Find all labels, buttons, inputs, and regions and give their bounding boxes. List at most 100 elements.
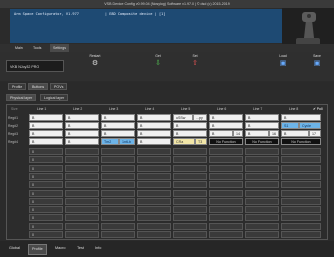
empty-cell[interactable] (209, 164, 243, 172)
empty-cell[interactable] (173, 148, 207, 155)
tab-profile[interactable]: Profile (8, 83, 27, 90)
empty-cell[interactable] (65, 181, 99, 189)
cell[interactable]: B (137, 138, 171, 145)
poll-checkbox[interactable]: ✔ Poll (313, 105, 322, 113)
cell[interactable]: B (65, 114, 99, 121)
cell[interactable]: B (101, 130, 135, 137)
empty-cell[interactable] (137, 197, 171, 205)
empty-cell[interactable]: 0 (29, 222, 63, 230)
empty-cell[interactable] (281, 164, 321, 172)
empty-cell[interactable] (209, 214, 243, 222)
empty-cell[interactable] (173, 214, 207, 222)
cell[interactable]: B (101, 114, 135, 121)
empty-cell[interactable] (281, 148, 321, 155)
empty-cell[interactable] (137, 214, 171, 222)
cell[interactable]: B (209, 122, 243, 129)
empty-cell[interactable] (173, 206, 207, 214)
device-select[interactable]: VKB NJoy32 PRO (6, 60, 64, 72)
cell-extra[interactable]: 14 (233, 130, 243, 137)
cell[interactable]: No Function (245, 138, 279, 145)
cell[interactable]: B (65, 122, 99, 129)
empty-cell[interactable] (65, 156, 99, 164)
cell[interactable]: No Function (209, 138, 243, 145)
cell[interactable]: B (281, 114, 321, 121)
empty-cell[interactable] (245, 148, 279, 155)
empty-cell[interactable] (281, 181, 321, 189)
empty-cell[interactable] (173, 164, 207, 172)
empty-cell[interactable] (101, 156, 135, 164)
empty-cell[interactable] (137, 164, 171, 172)
empty-cell[interactable] (281, 156, 321, 164)
cell[interactable]: No Function (281, 138, 321, 145)
empty-cell[interactable] (245, 172, 279, 180)
empty-cell[interactable] (281, 222, 321, 230)
empty-cell[interactable] (101, 148, 135, 155)
tab-physical-layer[interactable]: Physical layer (6, 94, 37, 101)
cell-selected[interactable]: S1 (281, 122, 299, 129)
empty-cell[interactable] (281, 214, 321, 222)
empty-cell[interactable]: 0 (29, 164, 63, 172)
empty-cell[interactable] (101, 172, 135, 180)
cell[interactable]: B (209, 130, 233, 137)
empty-cell[interactable] (209, 231, 243, 238)
tab-info[interactable]: Info (92, 244, 104, 253)
cell[interactable]: B (173, 130, 207, 137)
empty-cell[interactable] (101, 181, 135, 189)
empty-cell[interactable] (137, 181, 171, 189)
empty-cell[interactable] (101, 222, 135, 230)
empty-cell[interactable] (245, 197, 279, 205)
empty-cell[interactable] (209, 206, 243, 214)
cell[interactable]: Tm2 (101, 138, 119, 145)
cell-extra[interactable]: Cycle (299, 122, 321, 129)
empty-cell[interactable] (245, 164, 279, 172)
tab-macro[interactable]: Macro (52, 244, 69, 253)
empty-cell[interactable] (137, 222, 171, 230)
empty-cell[interactable] (137, 172, 171, 180)
cell[interactable]: B (245, 122, 279, 129)
empty-cell[interactable] (245, 189, 279, 197)
empty-cell[interactable] (209, 172, 243, 180)
tab-povs[interactable]: POVs (50, 83, 68, 90)
empty-cell[interactable] (281, 189, 321, 197)
empty-cell[interactable] (173, 156, 207, 164)
empty-cell[interactable]: 0 (29, 231, 63, 238)
tab-test[interactable]: Test (74, 244, 87, 253)
save-button[interactable]: Save ▣ (302, 54, 332, 78)
empty-cell[interactable] (209, 197, 243, 205)
restart-button[interactable]: Restart ⚙ (80, 54, 110, 78)
empty-cell[interactable] (209, 181, 243, 189)
empty-cell[interactable] (173, 189, 207, 197)
empty-cell[interactable] (101, 214, 135, 222)
empty-cell[interactable]: 0 (29, 172, 63, 180)
empty-cell[interactable] (101, 189, 135, 197)
empty-cell[interactable] (209, 156, 243, 164)
load-button[interactable]: Load ▣ (268, 54, 298, 78)
cell[interactable]: B (29, 130, 63, 137)
empty-cell[interactable]: 0 (29, 214, 63, 222)
cell[interactable]: B (281, 130, 309, 137)
empty-cell[interactable] (245, 206, 279, 214)
tab-buttons[interactable]: Buttons (28, 83, 49, 90)
empty-cell[interactable] (137, 148, 171, 155)
empty-cell[interactable] (245, 231, 279, 238)
empty-cell[interactable] (65, 172, 99, 180)
empty-cell[interactable] (173, 181, 207, 189)
empty-cell[interactable] (281, 172, 321, 180)
cell[interactable]: B (65, 138, 99, 145)
cell[interactable]: B (29, 114, 63, 121)
tab-logical-layer[interactable]: Logical layer (40, 94, 69, 101)
cell-extra[interactable]: 17 (309, 130, 321, 137)
empty-cell[interactable] (173, 231, 207, 238)
cell[interactable]: B (209, 114, 243, 121)
cell[interactable]: B (29, 138, 63, 145)
cell[interactable]: B (29, 122, 63, 129)
tab-profile-bottom[interactable]: Profile (28, 244, 47, 255)
cell[interactable]: B (173, 122, 207, 129)
get-button[interactable]: Get ⇩ (143, 54, 173, 78)
cell[interactable]: B (245, 130, 269, 137)
empty-cell[interactable] (65, 214, 99, 222)
empty-cell[interactable] (245, 222, 279, 230)
menu-settings[interactable]: Settings (50, 44, 69, 52)
empty-cell[interactable] (209, 148, 243, 155)
cell[interactable]: B (245, 114, 279, 121)
